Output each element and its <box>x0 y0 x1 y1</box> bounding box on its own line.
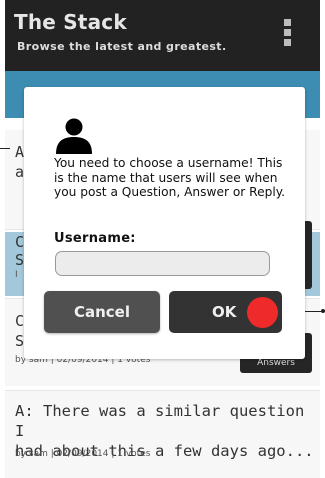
tap-marker <box>247 297 278 328</box>
username-input[interactable] <box>55 251 270 276</box>
list-item-title: S <box>15 332 25 350</box>
app-header: The Stack Browse the latest and greatest… <box>5 0 320 71</box>
list-item-title: A <box>15 143 25 161</box>
annotation-line-left <box>0 148 10 149</box>
app-subtitle: Browse the latest and greatest. <box>17 40 227 53</box>
list-item-title: S <box>15 251 25 269</box>
username-dialog: You need to choose a username! This is t… <box>24 87 305 359</box>
list-item-title: C <box>15 312 25 330</box>
list-item-meta: I <box>15 270 18 280</box>
overflow-menu-icon[interactable] <box>284 19 294 47</box>
user-icon <box>56 118 92 154</box>
annotation-dot <box>321 309 325 313</box>
cancel-button[interactable]: Cancel <box>44 291 160 333</box>
list-item-title-line1: A: There was a similar question I <box>15 402 305 440</box>
app-title: The Stack <box>14 10 127 34</box>
list-item-meta: by sam | 02/09/2014 | 1 votes <box>15 449 151 459</box>
username-label: Username: <box>54 231 136 246</box>
list-item-title: a <box>15 163 25 181</box>
ok-button-label: OK <box>212 303 237 321</box>
list-item-title: C <box>15 233 25 251</box>
dialog-message: You need to choose a username! This is t… <box>54 156 286 199</box>
list-item[interactable]: A: There was a similar question I had ab… <box>5 390 320 478</box>
